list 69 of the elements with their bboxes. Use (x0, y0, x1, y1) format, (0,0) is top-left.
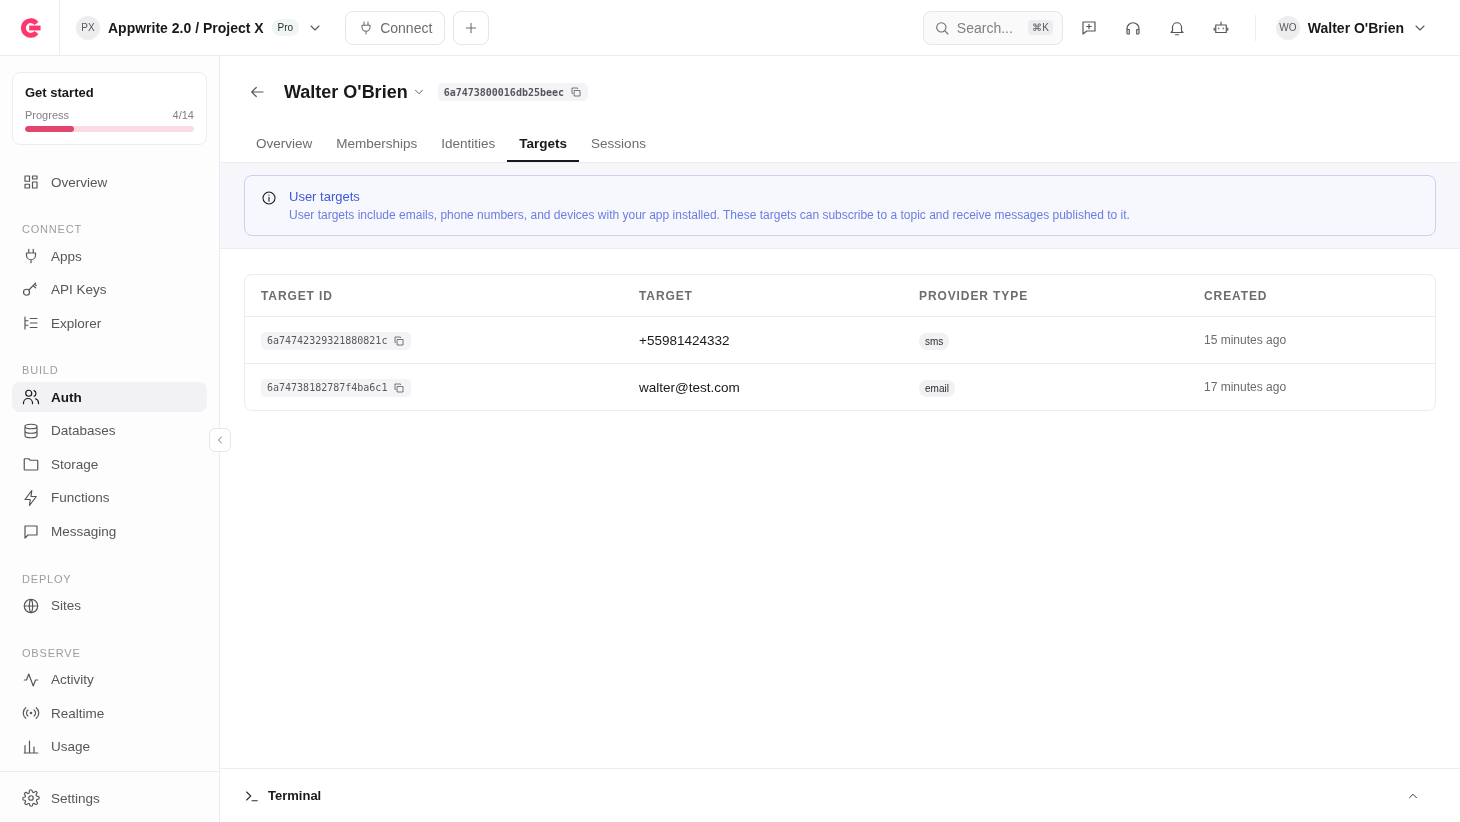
copy-icon (393, 334, 406, 347)
sidebar-item[interactable]: Functions (12, 482, 207, 513)
progress-count: 4/14 (172, 109, 194, 121)
pulse-icon (22, 670, 40, 689)
sidebar-item[interactable]: Sites (12, 590, 207, 621)
table-cell-text: +55981424332 (639, 332, 731, 348)
sidebar-item[interactable]: API Keys (12, 274, 207, 305)
key-icon (22, 280, 40, 299)
page-title: Walter O'Brien (284, 81, 408, 103)
tab[interactable]: Overview (244, 126, 325, 162)
terminal-bar[interactable]: Terminal (220, 768, 1460, 822)
tab[interactable]: Sessions (579, 126, 658, 162)
column-header: PROVIDER TYPE (919, 288, 1030, 303)
sidebar-item[interactable]: Auth (12, 382, 207, 413)
project-name: Appwrite 2.0 / Project X (108, 19, 264, 36)
alert-text: User targets include emails, phone numbers, and devices with your app installed. These targets can subscribe to a topic and receive messages published to it. (289, 208, 1130, 222)
sidebar-item[interactable]: Explorer (12, 308, 207, 339)
progress-label: Progress (25, 109, 70, 121)
info-icon (261, 190, 277, 206)
bar-chart-icon (22, 737, 40, 756)
get-started-title: Get started (25, 85, 95, 100)
users-icon (22, 388, 40, 407)
get-started-card[interactable]: Get started Progress 4/14 (12, 72, 207, 145)
sidebar-item[interactable]: Settings (12, 783, 207, 813)
id-pill[interactable]: 6a7473800016db25beec (437, 83, 589, 101)
settings-icon (22, 789, 40, 807)
provider-tag: sms (919, 333, 950, 350)
project-avatar: PX (76, 15, 100, 40)
sidebar-item[interactable]: Databases (12, 415, 207, 446)
user-avatar: WO (1275, 15, 1300, 40)
chat-icon (22, 522, 40, 541)
sidebar-item[interactable]: Overview (12, 167, 207, 197)
chat-plus-icon (1079, 18, 1098, 37)
project-switcher[interactable]: PX Appwrite 2.0 / Project X Pro (76, 11, 324, 44)
grid-icon (22, 173, 40, 191)
section-heading: CONNECT (22, 223, 83, 235)
sidebar-item[interactable]: Activity (12, 664, 207, 695)
bolt-icon (22, 488, 40, 507)
column-header: CREATED (1204, 288, 1269, 303)
alert-title: User targets (289, 189, 361, 204)
sidebar-item[interactable]: Messaging (12, 516, 207, 547)
section-heading: DEPLOY (22, 572, 73, 585)
id-pill[interactable]: 6a74738182787f4ba6c1 (261, 378, 412, 397)
sidebar-item[interactable]: Apps (12, 241, 207, 271)
database-icon (22, 421, 40, 440)
copy-icon (393, 381, 406, 394)
sidebar-item[interactable]: Storage (12, 449, 207, 480)
tab[interactable]: Memberships (324, 126, 430, 162)
id-pill[interactable]: 6a74742329321880821c (261, 331, 412, 350)
table-cell-text: walter@test.com (639, 379, 741, 395)
globe-icon (22, 596, 40, 615)
column-header: TARGET (639, 288, 694, 303)
column-header: TARGET ID (261, 288, 334, 303)
folder-icon (22, 455, 40, 474)
table-cell-text: 17 minutes ago (1204, 380, 1288, 394)
search-icon (933, 19, 950, 36)
tab[interactable]: Identities (429, 126, 508, 162)
sidebar-item[interactable]: Realtime (12, 698, 207, 729)
connect-button[interactable]: Connect (345, 10, 446, 45)
plan-badge: Pro (271, 19, 300, 36)
sidebar-item[interactable]: Usage (12, 731, 207, 762)
section-heading: OBSERVE (22, 646, 82, 659)
user-name: Walter O'Brien (1307, 19, 1404, 36)
copy-icon (570, 86, 583, 98)
table-cell-text: 15 minutes ago (1204, 333, 1288, 347)
provider-tag: email (919, 380, 955, 397)
user-menu[interactable]: WO Walter O'Brien (1275, 15, 1428, 40)
section-heading: BUILD (22, 364, 60, 377)
terminal-label: Terminal (268, 788, 322, 803)
